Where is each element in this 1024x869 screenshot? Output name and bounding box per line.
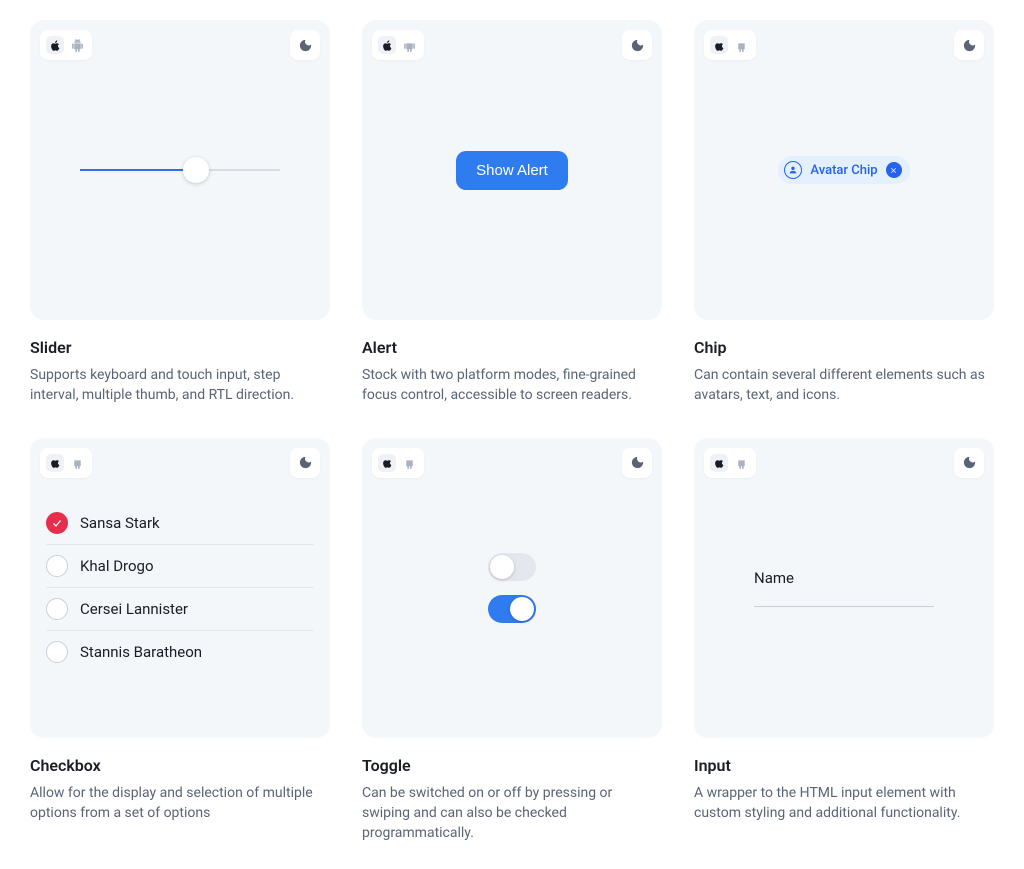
toggle-off[interactable] bbox=[488, 553, 536, 581]
name-input-wrap: Name bbox=[754, 569, 934, 607]
moon-icon bbox=[962, 455, 977, 470]
checkbox-unchecked[interactable] bbox=[46, 598, 68, 620]
toggle-card bbox=[362, 438, 662, 738]
platform-switch[interactable] bbox=[372, 30, 424, 60]
toggle-on[interactable] bbox=[488, 595, 536, 623]
alert-desc: Stock with two platform modes, fine-grai… bbox=[362, 365, 662, 406]
chip-desc: Can contain several different elements s… bbox=[694, 365, 994, 406]
dark-mode-toggle[interactable] bbox=[954, 448, 984, 478]
apple-icon[interactable] bbox=[378, 454, 396, 472]
checkbox-label: Cersei Lannister bbox=[80, 600, 188, 618]
alert-component: Show Alert Alert Stock with two platform… bbox=[362, 20, 662, 406]
chip-close[interactable] bbox=[886, 162, 902, 178]
slider-component: Slider Supports keyboard and touch input… bbox=[30, 20, 330, 406]
checkbox-title: Checkbox bbox=[30, 756, 330, 775]
android-icon[interactable] bbox=[400, 454, 418, 472]
moon-icon bbox=[298, 455, 313, 470]
checkbox-desc: Allow for the display and selection of m… bbox=[30, 783, 330, 824]
alert-card: Show Alert bbox=[362, 20, 662, 320]
list-item[interactable]: Sansa Stark bbox=[46, 502, 314, 545]
android-icon[interactable] bbox=[732, 36, 750, 54]
checkbox-component: Sansa Stark Khal Drogo Cersei Lannister … bbox=[30, 438, 330, 844]
dark-mode-toggle[interactable] bbox=[622, 30, 652, 60]
checkbox-label: Khal Drogo bbox=[80, 557, 154, 575]
input-component: Name Input A wrapper to the HTML input e… bbox=[694, 438, 994, 844]
component-grid: Slider Supports keyboard and touch input… bbox=[30, 20, 994, 843]
apple-icon[interactable] bbox=[46, 454, 64, 472]
moon-icon bbox=[630, 38, 645, 53]
dark-mode-toggle[interactable] bbox=[290, 448, 320, 478]
checkbox-unchecked[interactable] bbox=[46, 641, 68, 663]
alert-title: Alert bbox=[362, 338, 662, 357]
dark-mode-toggle[interactable] bbox=[954, 30, 984, 60]
moon-icon bbox=[630, 455, 645, 470]
list-item[interactable]: Cersei Lannister bbox=[46, 588, 314, 631]
platform-switch[interactable] bbox=[40, 30, 92, 60]
dark-mode-toggle[interactable] bbox=[622, 448, 652, 478]
moon-icon bbox=[298, 38, 313, 53]
apple-icon[interactable] bbox=[378, 36, 396, 54]
platform-switch[interactable] bbox=[372, 448, 424, 478]
chip-label: Avatar Chip bbox=[810, 163, 877, 178]
platform-switch[interactable] bbox=[704, 448, 756, 478]
android-icon[interactable] bbox=[68, 454, 86, 472]
toggle-knob bbox=[490, 555, 514, 579]
toggle-title: Toggle bbox=[362, 756, 662, 775]
android-icon[interactable] bbox=[400, 36, 418, 54]
apple-icon[interactable] bbox=[46, 36, 64, 54]
dark-mode-toggle[interactable] bbox=[290, 30, 320, 60]
chip-component: Avatar Chip Chip Can contain several dif… bbox=[694, 20, 994, 406]
toggle-stack bbox=[488, 553, 536, 623]
checkbox-unchecked[interactable] bbox=[46, 555, 68, 577]
avatar-icon bbox=[784, 161, 802, 179]
checkbox-list: Sansa Stark Khal Drogo Cersei Lannister … bbox=[40, 502, 320, 673]
android-icon[interactable] bbox=[732, 454, 750, 472]
checkbox-label: Stannis Baratheon bbox=[80, 643, 202, 661]
show-alert-button[interactable]: Show Alert bbox=[456, 151, 568, 190]
input-title: Input bbox=[694, 756, 994, 775]
list-item[interactable]: Khal Drogo bbox=[46, 545, 314, 588]
list-item[interactable]: Stannis Baratheon bbox=[46, 631, 314, 673]
input-desc: A wrapper to the HTML input element with… bbox=[694, 783, 994, 824]
toggle-component: Toggle Can be switched on or off by pres… bbox=[362, 438, 662, 844]
platform-switch[interactable] bbox=[704, 30, 756, 60]
slider-fill bbox=[80, 169, 196, 171]
slider-title: Slider bbox=[30, 338, 330, 357]
toggle-desc: Can be switched on or off by pressing or… bbox=[362, 783, 662, 844]
checkbox-checked[interactable] bbox=[46, 512, 68, 534]
slider-thumb[interactable] bbox=[183, 157, 209, 183]
slider-card bbox=[30, 20, 330, 320]
apple-icon[interactable] bbox=[710, 454, 728, 472]
android-icon[interactable] bbox=[68, 36, 86, 54]
close-icon bbox=[889, 166, 898, 175]
avatar-chip[interactable]: Avatar Chip bbox=[778, 156, 909, 184]
apple-icon[interactable] bbox=[710, 36, 728, 54]
checkbox-label: Sansa Stark bbox=[80, 514, 160, 532]
chip-card: Avatar Chip bbox=[694, 20, 994, 320]
input-label: Name bbox=[754, 569, 934, 587]
chip-title: Chip bbox=[694, 338, 994, 357]
check-icon bbox=[51, 517, 63, 529]
input-card: Name bbox=[694, 438, 994, 738]
moon-icon bbox=[962, 38, 977, 53]
platform-switch[interactable] bbox=[40, 448, 92, 478]
checkbox-card: Sansa Stark Khal Drogo Cersei Lannister … bbox=[30, 438, 330, 738]
slider-desc: Supports keyboard and touch input, step … bbox=[30, 365, 330, 406]
slider-track[interactable] bbox=[80, 169, 280, 171]
toggle-knob bbox=[510, 597, 534, 621]
name-input[interactable] bbox=[754, 589, 934, 607]
